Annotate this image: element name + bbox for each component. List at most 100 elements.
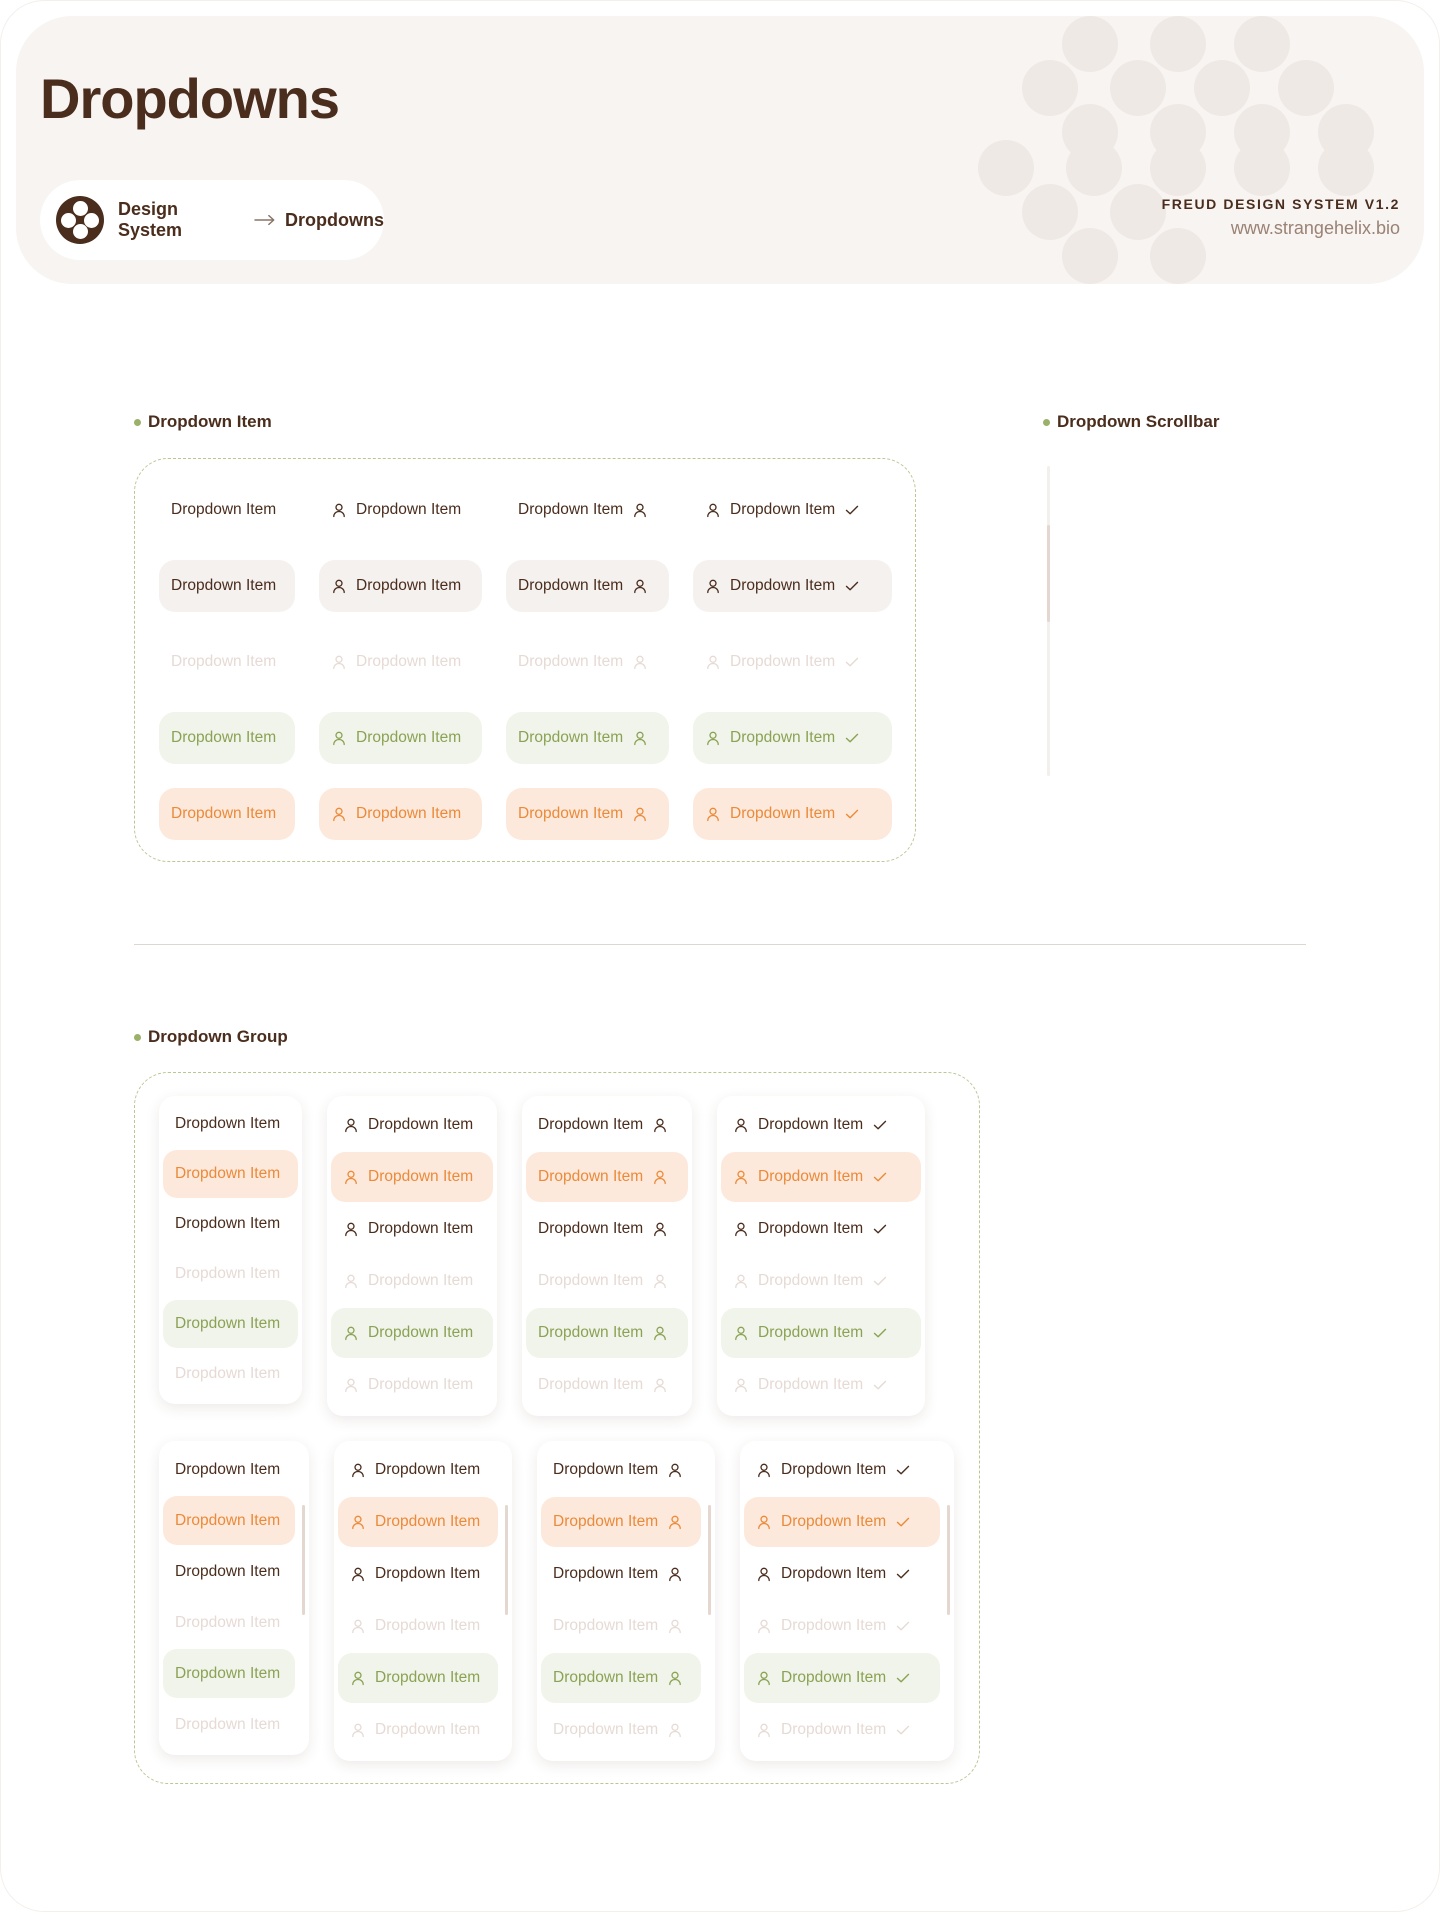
page-header: Dropdowns Design System Dropdowns FREUD …	[16, 16, 1424, 284]
dropdown-item-label: Dropdown Item	[368, 1168, 474, 1185]
dropdown-item-label: Dropdown Item	[730, 501, 836, 518]
dropdown-item-selected[interactable]: Dropdown Item	[163, 1150, 298, 1198]
dropdown-item-default[interactable]: Dropdown Item	[744, 1445, 940, 1495]
dropdown-item-selected[interactable]: Dropdown Item	[506, 788, 669, 840]
dropdown-item-default[interactable]: Dropdown Item	[721, 1204, 921, 1254]
dropdown-item-default[interactable]: Dropdown Item	[159, 484, 295, 536]
dropdown-item-active[interactable]: Dropdown Item	[163, 1649, 295, 1698]
user-icon	[352, 1619, 364, 1634]
user-icon	[669, 1723, 681, 1738]
dropdown-item-label: Dropdown Item	[375, 1721, 481, 1738]
check-icon	[896, 1621, 910, 1631]
dropdown-item-label: Dropdown Item	[781, 1513, 887, 1530]
dropdown-item-default[interactable]: Dropdown Item	[331, 1100, 493, 1150]
dropdown-item-active[interactable]: Dropdown Item	[541, 1653, 701, 1703]
dropdown-item-hover[interactable]: Dropdown Item	[506, 560, 669, 612]
check-icon	[896, 1725, 910, 1735]
dropdown-item-active[interactable]: Dropdown Item	[163, 1300, 298, 1348]
dropdown-item-selected[interactable]: Dropdown Item	[338, 1497, 498, 1547]
dropdown-item-active[interactable]: Dropdown Item	[693, 712, 892, 764]
section-divider	[134, 944, 1306, 945]
dropdown-item-default[interactable]: Dropdown Item	[541, 1549, 701, 1599]
group-scrollbar-thumb[interactable]	[505, 1505, 508, 1615]
dropdown-item-label: Dropdown Item	[553, 1461, 659, 1478]
dropdown-item-selected[interactable]: Dropdown Item	[319, 788, 482, 840]
brand-url[interactable]: www.strangehelix.bio	[1162, 218, 1400, 239]
breadcrumb-item-design-system[interactable]: Design System	[118, 199, 245, 241]
dropdown-item-default[interactable]: Dropdown Item	[721, 1100, 921, 1150]
dropdown-item-default[interactable]: Dropdown Item	[331, 1204, 493, 1254]
dropdown-item-label: Dropdown Item	[375, 1513, 481, 1530]
dropdown-item-default[interactable]: Dropdown Item	[163, 1200, 298, 1248]
brand-block: FREUD DESIGN SYSTEM V1.2 www.strangeheli…	[1162, 196, 1400, 239]
dropdown-item-label: Dropdown Item	[175, 1562, 281, 1580]
dropdown-item-selected[interactable]: Dropdown Item	[541, 1497, 701, 1547]
dropdown-item-default[interactable]: Dropdown Item	[526, 1204, 688, 1254]
user-icon	[345, 1378, 357, 1393]
check-icon	[896, 1517, 910, 1527]
dropdown-item-label: Dropdown Item	[730, 729, 836, 746]
dropdown-item-label: Dropdown Item	[553, 1565, 659, 1582]
dropdown-item-label: Dropdown Item	[171, 805, 277, 822]
dropdown-item-label: Dropdown Item	[538, 1272, 644, 1289]
user-icon	[333, 579, 345, 594]
dropdown-item-default[interactable]: Dropdown Item	[163, 1100, 298, 1148]
group-scrollbar-thumb[interactable]	[947, 1505, 950, 1615]
dropdown-item-default[interactable]: Dropdown Item	[163, 1547, 295, 1596]
dropdown-item-default[interactable]: Dropdown Item	[338, 1549, 498, 1599]
dropdown-item-active[interactable]: Dropdown Item	[506, 712, 669, 764]
dropdown-item-default[interactable]: Dropdown Item	[319, 484, 482, 536]
user-icon	[352, 1463, 364, 1478]
user-icon	[707, 807, 719, 822]
user-icon	[707, 503, 719, 518]
dropdown-item-default[interactable]: Dropdown Item	[693, 484, 892, 536]
user-icon	[758, 1567, 770, 1582]
dropdown-item-default[interactable]: Dropdown Item	[744, 1549, 940, 1599]
user-icon	[345, 1326, 357, 1341]
dropdown-item-default[interactable]: Dropdown Item	[526, 1100, 688, 1150]
group-scrollbar-thumb[interactable]	[708, 1505, 711, 1615]
user-icon	[735, 1222, 747, 1237]
dropdown-item-label: Dropdown Item	[368, 1220, 474, 1237]
dropdown-item-hover[interactable]: Dropdown Item	[319, 560, 482, 612]
dropdown-item-label: Dropdown Item	[356, 653, 462, 670]
dropdown-item-hover[interactable]: Dropdown Item	[159, 560, 295, 612]
dropdown-item-selected[interactable]: Dropdown Item	[693, 788, 892, 840]
dropdown-item-default[interactable]: Dropdown Item	[541, 1445, 701, 1495]
dropdown-item-selected[interactable]: Dropdown Item	[526, 1152, 688, 1202]
dropdown-item-default[interactable]: Dropdown Item	[506, 484, 669, 536]
breadcrumb-item-dropdowns[interactable]: Dropdowns	[285, 210, 384, 231]
dropdown-item-default[interactable]: Dropdown Item	[338, 1445, 498, 1495]
group-scrollbar-thumb[interactable]	[302, 1505, 305, 1615]
scrollbar-thumb[interactable]	[1047, 525, 1050, 622]
dropdown-item-active[interactable]: Dropdown Item	[338, 1653, 498, 1703]
dropdown-item-active[interactable]: Dropdown Item	[159, 712, 295, 764]
check-icon	[896, 1673, 910, 1683]
dropdown-item-selected[interactable]: Dropdown Item	[331, 1152, 493, 1202]
user-icon	[634, 503, 646, 518]
dropdown-item-active[interactable]: Dropdown Item	[331, 1308, 493, 1358]
dropdown-item-selected[interactable]: Dropdown Item	[721, 1152, 921, 1202]
dropdown-item-selected[interactable]: Dropdown Item	[163, 1496, 295, 1545]
dropdown-item-label: Dropdown Item	[356, 577, 462, 594]
dropdown-item-label: Dropdown Item	[356, 729, 462, 746]
dropdown-item-label: Dropdown Item	[758, 1220, 864, 1237]
dropdown-item-hover[interactable]: Dropdown Item	[693, 560, 892, 612]
dropdown-item-label: Dropdown Item	[538, 1324, 644, 1341]
dropdown-item-active[interactable]: Dropdown Item	[526, 1308, 688, 1358]
check-icon	[873, 1224, 887, 1234]
dropdown-item-active[interactable]: Dropdown Item	[319, 712, 482, 764]
dropdown-item-default[interactable]: Dropdown Item	[163, 1445, 295, 1494]
user-icon	[333, 503, 345, 518]
dropdown-item-active[interactable]: Dropdown Item	[744, 1653, 940, 1703]
dropdown-item-disabled: Dropdown Item	[163, 1250, 298, 1298]
user-icon	[634, 731, 646, 746]
dropdown-item-active[interactable]: Dropdown Item	[721, 1308, 921, 1358]
dropdown-item-selected[interactable]: Dropdown Item	[159, 788, 295, 840]
dropdown-item-label: Dropdown Item	[553, 1721, 659, 1738]
logo-icon	[56, 196, 104, 244]
dropdown-item-disabled: Dropdown Item	[163, 1350, 298, 1398]
breadcrumb: Design System Dropdowns	[40, 180, 384, 260]
dropdown-item-selected[interactable]: Dropdown Item	[744, 1497, 940, 1547]
dropdown-item-label: Dropdown Item	[175, 1265, 281, 1282]
